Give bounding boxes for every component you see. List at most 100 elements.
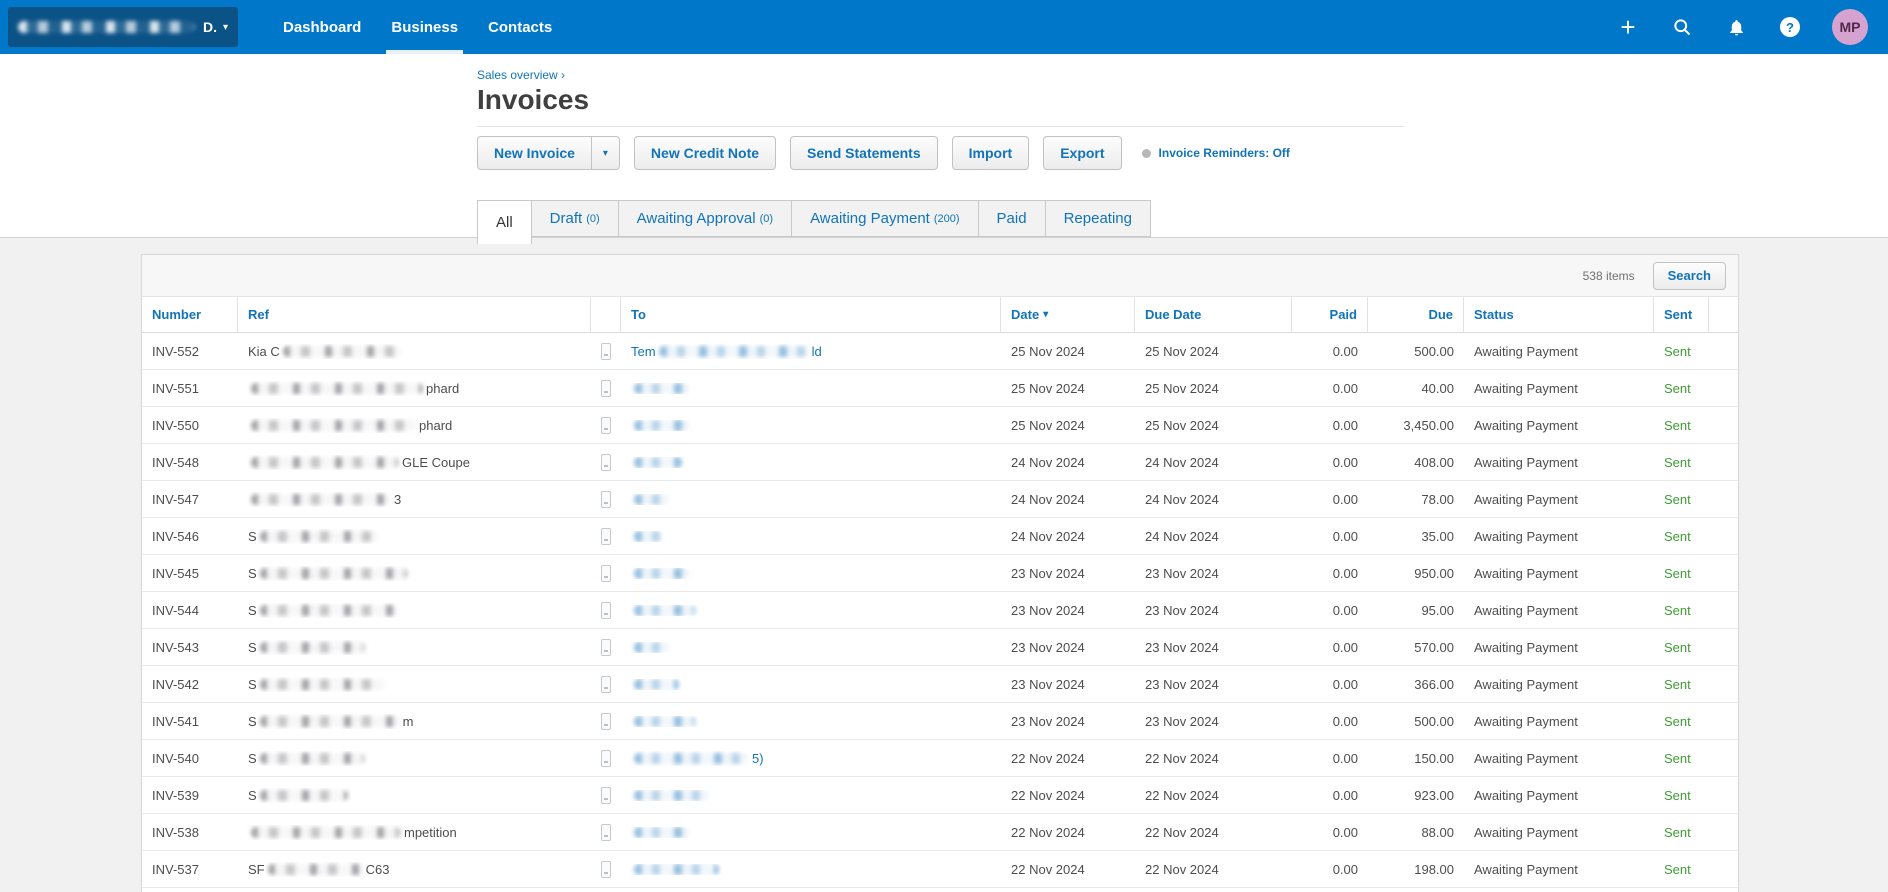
note-cell[interactable] [591,860,621,878]
invoice-number-cell[interactable]: INV-546 [142,529,238,544]
document-note-icon[interactable] [601,490,611,508]
new-invoice-button[interactable]: New Invoice [477,136,592,170]
send-statements-button[interactable]: Send Statements [790,136,938,170]
contact-link-cell[interactable]: Tem ld [621,344,1001,359]
contact-link-cell[interactable] [621,493,1001,505]
document-note-icon[interactable] [601,527,611,545]
tab-awaiting-approval[interactable]: Awaiting Approval (0) [617,200,793,237]
invoice-number-cell[interactable]: INV-542 [142,677,238,692]
tab-draft[interactable]: Draft (0) [530,200,619,237]
contact-link-cell[interactable] [621,789,1001,801]
note-cell[interactable] [591,786,621,804]
note-cell[interactable] [591,712,621,730]
column-header-paid[interactable]: Paid [1292,297,1368,332]
note-cell[interactable] [591,379,621,397]
invoice-reminders-toggle[interactable]: Invoice Reminders: Off [1141,146,1290,160]
column-header-due-date[interactable]: Due Date [1135,297,1292,332]
contact-link-cell[interactable] [621,604,1001,616]
document-note-icon[interactable] [601,823,611,841]
column-header-status[interactable]: Status [1464,297,1654,332]
invoice-row-inv-544[interactable]: INV-544 S 23 Nov 2024 23 Nov 2024 0.00 95.00 A… [142,592,1738,629]
column-header-number[interactable]: Number [142,297,238,332]
document-note-icon[interactable] [601,416,611,434]
invoice-row-inv-545[interactable]: INV-545 S 23 Nov 2024 23 Nov 2024 0.00 950.00… [142,555,1738,592]
breadcrumb[interactable]: Sales overview › [477,68,1888,82]
user-avatar[interactable]: MP [1832,9,1868,45]
invoice-row-inv-547[interactable]: INV-547 3 24 Nov 2024 24 Nov 2024 0.00 78.00 A… [142,481,1738,518]
column-header-to[interactable]: To [621,297,1001,332]
document-note-icon[interactable] [601,453,611,471]
invoice-number-cell[interactable]: INV-550 [142,418,238,433]
invoice-number-cell[interactable]: INV-552 [142,344,238,359]
contact-link-cell[interactable] [621,863,1001,875]
invoice-number-cell[interactable]: INV-545 [142,566,238,581]
invoice-number-cell[interactable]: INV-540 [142,751,238,766]
contact-link-cell[interactable] [621,715,1001,727]
new-credit-note-button[interactable]: New Credit Note [633,136,777,170]
document-note-icon[interactable] [601,712,611,730]
export-button[interactable]: Export [1043,136,1122,170]
invoice-number-cell[interactable]: INV-543 [142,640,238,655]
org-switcher[interactable]: D. ▾ [8,7,238,47]
invoice-row-inv-542[interactable]: INV-542 S 23 Nov 2024 23 Nov 2024 0.00 366.00… [142,666,1738,703]
contact-link-cell[interactable] [621,382,1001,394]
invoice-number-cell[interactable]: INV-539 [142,788,238,803]
document-note-icon[interactable] [601,379,611,397]
note-cell[interactable] [591,527,621,545]
note-cell[interactable] [591,416,621,434]
document-note-icon[interactable] [601,601,611,619]
invoice-number-cell[interactable]: INV-538 [142,825,238,840]
invoice-number-cell[interactable]: INV-551 [142,381,238,396]
contact-link-cell[interactable] [621,530,1001,542]
document-note-icon[interactable] [601,749,611,767]
contact-link-cell[interactable] [621,456,1001,468]
plus-icon[interactable]: + [1616,14,1640,40]
document-note-icon[interactable] [601,564,611,582]
invoice-row-inv-541[interactable]: INV-541 Sm 23 Nov 2024 23 Nov 2024 0.00 500.0… [142,703,1738,740]
contact-link-cell[interactable] [621,826,1001,838]
nav-item-business[interactable]: Business [376,0,473,54]
invoice-number-cell[interactable]: INV-541 [142,714,238,729]
contact-link-cell[interactable] [621,419,1001,431]
invoice-number-cell[interactable]: INV-537 [142,862,238,877]
document-note-icon[interactable] [601,342,611,360]
note-cell[interactable] [591,453,621,471]
contact-link-cell[interactable] [621,567,1001,579]
column-header-due[interactable]: Due [1368,297,1464,332]
new-invoice-dropdown-button[interactable]: ▾ [591,136,620,170]
invoice-row-inv-551[interactable]: INV-551 phard 25 Nov 2024 25 Nov 2024 0.00 40… [142,370,1738,407]
invoice-number-cell[interactable]: INV-544 [142,603,238,618]
column-header-sent[interactable]: Sent [1654,297,1709,332]
invoice-row-inv-539[interactable]: INV-539 S 22 Nov 2024 22 Nov 2024 0.00 923.00… [142,777,1738,814]
column-header-date[interactable]: Date ▾ [1001,297,1135,332]
column-header-ref[interactable]: Ref [238,297,591,332]
document-note-icon[interactable] [601,675,611,693]
contact-link-cell[interactable] [621,678,1001,690]
invoice-number-cell[interactable]: INV-547 [142,492,238,507]
document-note-icon[interactable] [601,786,611,804]
nav-item-contacts[interactable]: Contacts [473,0,567,54]
invoice-row-inv-538[interactable]: INV-538 mpetition 22 Nov 2024 22 Nov 2024 0.… [142,814,1738,851]
note-cell[interactable] [591,601,621,619]
invoice-row-inv-552[interactable]: INV-552 Kia C Tem ld 25 Nov 2024 25 Nov 2024 0… [142,333,1738,370]
tab-repeating[interactable]: Repeating [1044,200,1151,237]
note-cell[interactable] [591,638,621,656]
tab-all[interactable]: All [477,200,532,244]
note-cell[interactable] [591,823,621,841]
tab-paid[interactable]: Paid [977,200,1046,237]
search-button[interactable]: Search [1652,261,1726,290]
invoice-number-cell[interactable]: INV-548 [142,455,238,470]
note-cell[interactable] [591,490,621,508]
bell-icon[interactable] [1724,15,1748,39]
import-button[interactable]: Import [951,136,1030,170]
search-icon[interactable] [1670,15,1694,39]
document-note-icon[interactable] [601,860,611,878]
note-cell[interactable] [591,675,621,693]
invoice-row-inv-537[interactable]: INV-537 SF C63 22 Nov 2024 22 Nov 2024 0.00 19… [142,851,1738,888]
invoice-row-inv-550[interactable]: INV-550 phard 25 Nov 2024 25 Nov 2024 0.00 3,… [142,407,1738,444]
invoice-row-inv-540[interactable]: INV-540 S 5) 22 Nov 2024 22 Nov 2024 0.00 150.… [142,740,1738,777]
note-cell[interactable] [591,564,621,582]
contact-link-cell[interactable]: 5) [621,751,1001,766]
invoice-row-inv-546[interactable]: INV-546 S 24 Nov 2024 24 Nov 2024 0.00 35.00 A… [142,518,1738,555]
help-icon[interactable]: ? [1778,15,1802,39]
